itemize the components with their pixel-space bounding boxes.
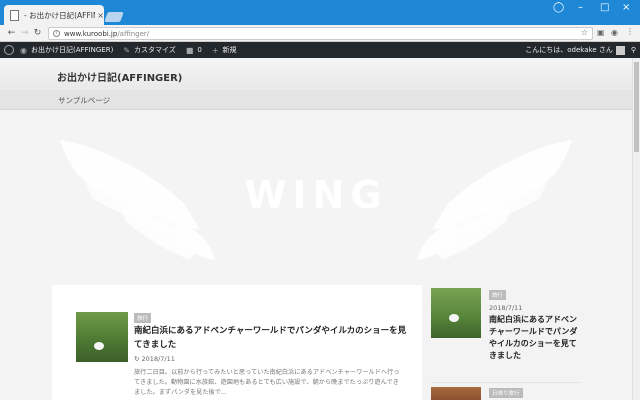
tab-close-icon[interactable]: × — [97, 11, 104, 20]
post-thumbnail[interactable] — [76, 312, 128, 362]
post-date: ↻ 2018/7/11 — [134, 355, 175, 363]
sidebar-post-title[interactable]: 南紀白浜にあるアドベンチャーワールドでパンダやイルカのショーを見てきました — [489, 314, 584, 362]
url-text: www.kuroobi.jp/affinger/ — [64, 29, 150, 38]
tab-title: - お出かけ日記(AFFINGER) — [24, 10, 95, 20]
back-arrow-icon[interactable]: ← — [5, 28, 18, 38]
nav-item-sample-page[interactable]: サンプルページ — [58, 95, 110, 106]
panda-shape — [94, 342, 104, 350]
brush-icon: ✎ — [123, 45, 131, 55]
page-icon — [10, 9, 19, 21]
minimize-button[interactable]: – — [578, 2, 583, 13]
browser-titlebar: - お出かけ日記(AFFINGER) × ◯ – □ × — [0, 0, 640, 25]
admin-greeting[interactable]: こんにちは、odekake さん — [525, 45, 613, 55]
admin-site-name[interactable]: ◉ お出かけ日記(AFFINGER) — [20, 45, 113, 55]
avatar[interactable] — [615, 45, 625, 55]
extension-icon[interactable]: ▣ — [597, 28, 605, 37]
address-bar[interactable]: i www.kuroobi.jp/affinger/ ☆ — [48, 27, 593, 40]
plus-icon: + — [211, 45, 219, 55]
comment-icon: ■ — [185, 45, 194, 55]
wing-logo: WING — [60, 140, 572, 260]
post-title[interactable]: 南紀白浜にあるアドベンチャーワールドでパンダやイルカのショーを見てきました — [134, 324, 412, 352]
search-icon[interactable]: ⚲ — [631, 46, 636, 54]
admin-new[interactable]: + 新規 — [212, 45, 237, 55]
divider — [431, 382, 581, 383]
hero-header-image: WING — [0, 110, 632, 285]
dashboard-icon: ◉ — [20, 45, 27, 55]
browser-tab[interactable]: - お出かけ日記(AFFINGER) × — [4, 5, 104, 25]
post-excerpt: 旅行二日目。以前から行ってみたいと思っていた南紀白浜にあるアドベンチャーワールド… — [134, 369, 400, 396]
page-scrollbar[interactable] — [632, 58, 640, 400]
sidebar-post-date: 2018/7/11 — [489, 304, 523, 312]
refresh-icon: ↻ — [134, 355, 140, 363]
info-icon[interactable]: i — [53, 30, 60, 37]
site-navigation: サンプルページ — [0, 90, 632, 110]
close-window-button[interactable]: × — [622, 2, 630, 13]
sidebar-category-badge-2[interactable]: 日帰り旅行 — [489, 388, 523, 398]
category-badge[interactable]: 旅行 — [134, 313, 152, 323]
user-profile-icon[interactable]: ◯ — [553, 2, 564, 13]
panda-shape — [449, 314, 459, 322]
maximize-button[interactable]: □ — [600, 2, 609, 13]
sidebar-post-thumbnail[interactable] — [431, 288, 481, 338]
sidebar-category-badge[interactable]: 旅行 — [489, 290, 507, 300]
reload-icon[interactable]: ↻ — [31, 28, 44, 38]
wp-admin-bar: ◉ お出かけ日記(AFFINGER) ✎ カスタマイズ ■ 0 + 新規 こんにちは、o… — [0, 42, 640, 58]
admin-comments[interactable]: ■ 0 — [186, 46, 202, 55]
site-title[interactable]: お出かけ日記(AFFINGER) — [57, 69, 182, 84]
new-tab-button[interactable] — [104, 12, 124, 22]
menu-icon[interactable]: ⋮ — [626, 27, 634, 36]
forward-arrow-icon[interactable]: → — [18, 28, 31, 38]
camera-icon[interactable]: ◉ — [611, 28, 618, 37]
main-post-card[interactable]: 旅行 南紀白浜にあるアドベンチャーワールドでパンダやイルカのショーを見てきました… — [52, 285, 422, 400]
browser-toolbar: ← → ↻ i www.kuroobi.jp/affinger/ ☆ — [0, 25, 640, 42]
site-header: お出かけ日記(AFFINGER) — [0, 58, 632, 90]
scrollbar-thumb[interactable] — [634, 62, 639, 152]
wordpress-logo-icon[interactable] — [4, 45, 14, 55]
sidebar-post-thumbnail-2[interactable] — [431, 387, 481, 400]
hero-logo-text: WING — [244, 173, 387, 217]
admin-customize[interactable]: ✎ カスタマイズ — [123, 45, 176, 55]
bookmark-star-icon[interactable]: ☆ — [581, 28, 588, 37]
